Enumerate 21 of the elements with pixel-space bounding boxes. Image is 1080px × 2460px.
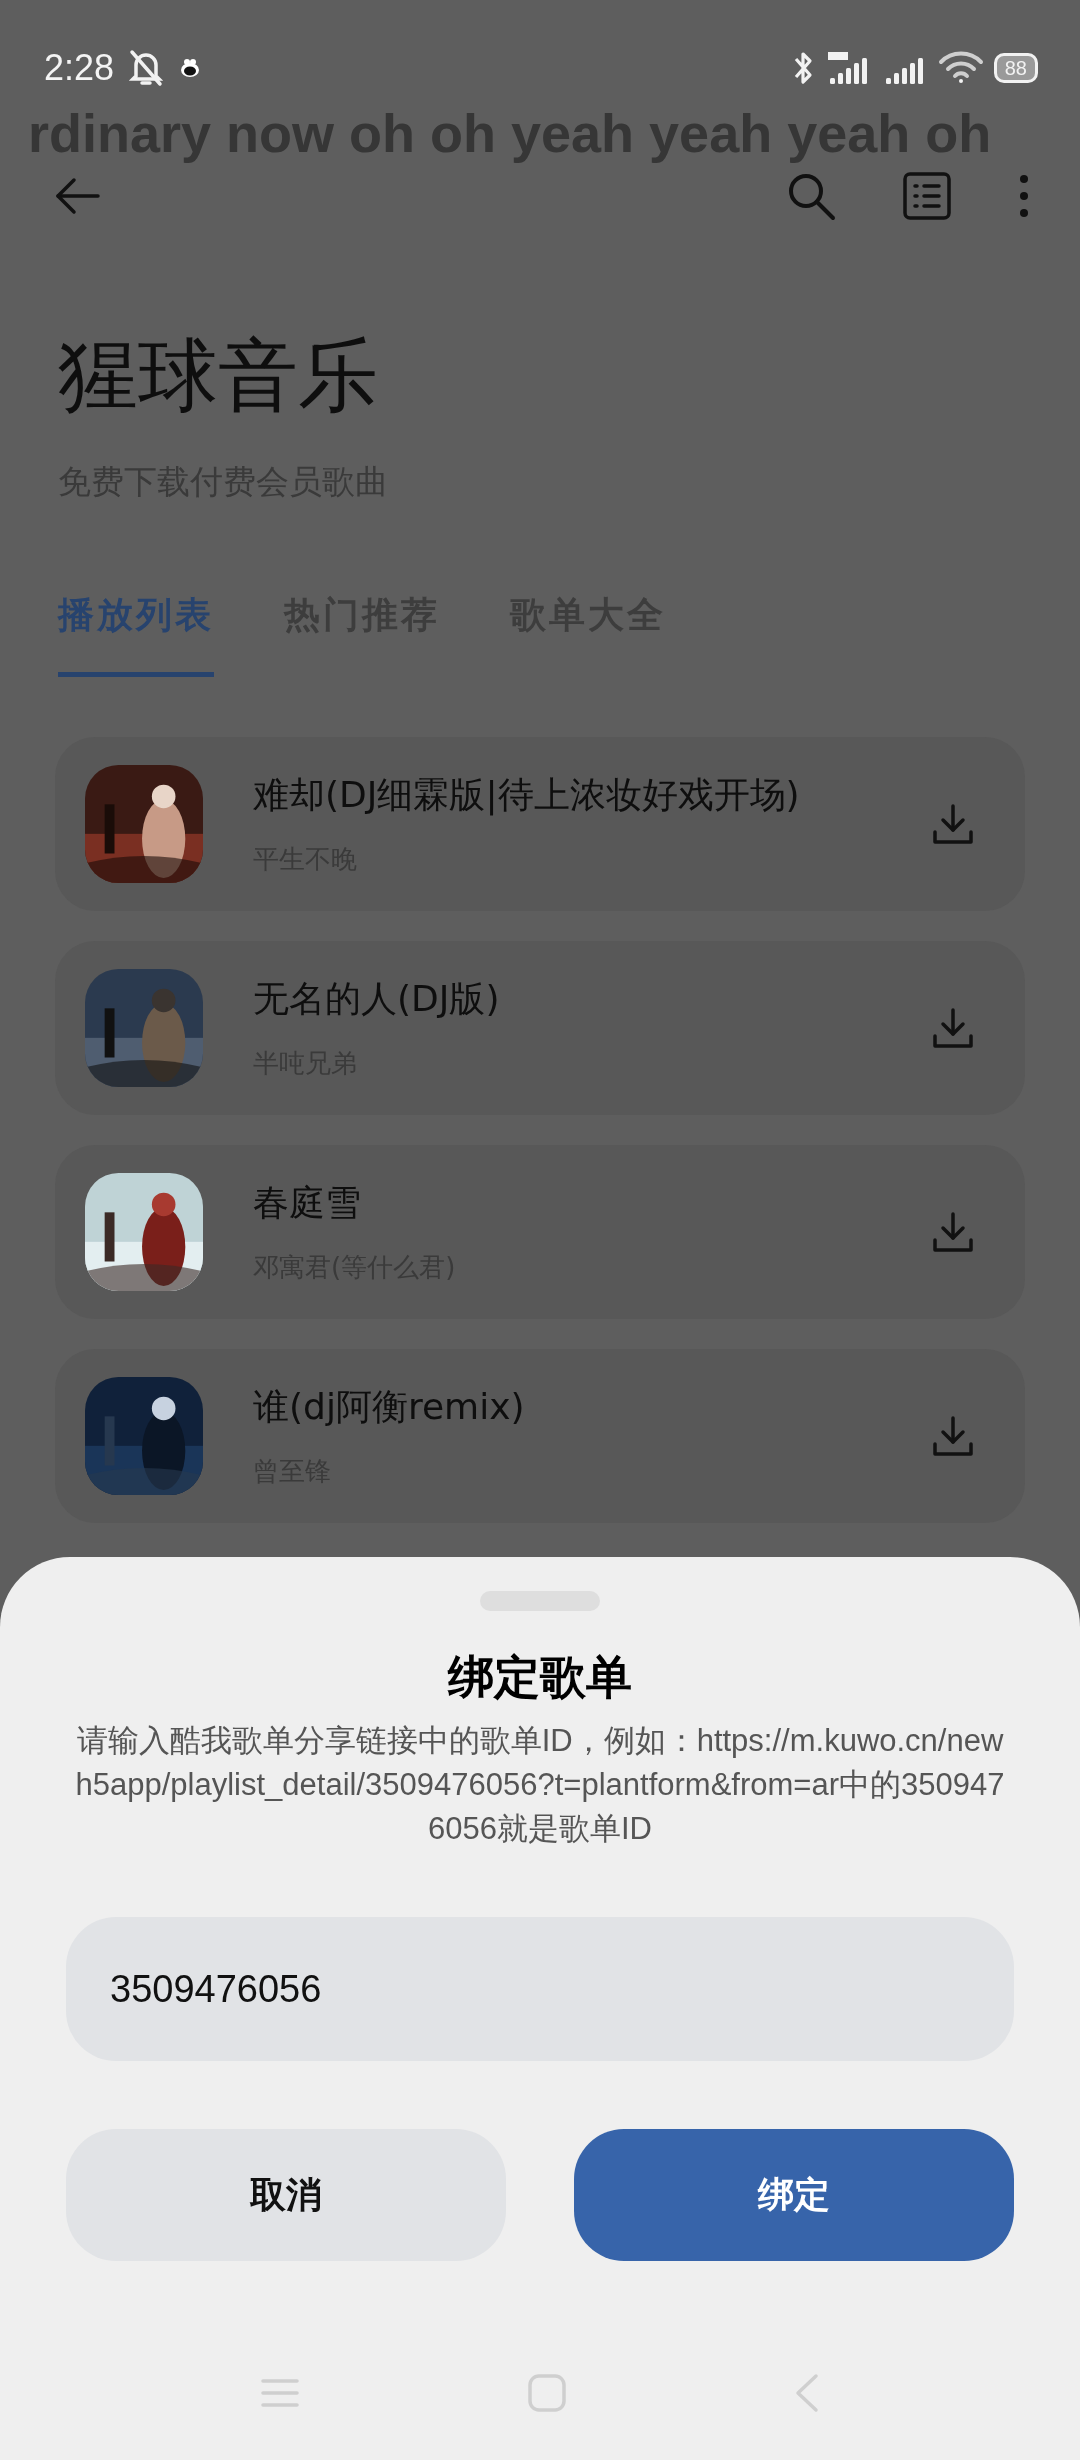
- download-icon[interactable]: [931, 802, 975, 846]
- muted-bell-icon: [128, 48, 165, 88]
- app-title: 猩球音乐: [58, 328, 379, 424]
- more-options-icon[interactable]: [1018, 174, 1030, 218]
- download-icon[interactable]: [931, 1414, 975, 1458]
- song-title: 无名的人(DJ版): [253, 977, 501, 1021]
- dialog-title: 绑定歌单: [448, 1649, 632, 1706]
- song-title: 春庭雪: [253, 1181, 362, 1225]
- song-title: 难却(DJ细霖版|待上浓妆好戏开场): [253, 773, 801, 818]
- search-icon[interactable]: [786, 171, 836, 221]
- clock-time: 2:28: [44, 47, 115, 89]
- list-icon[interactable]: [902, 171, 952, 221]
- confirm-button[interactable]: 绑定: [574, 2129, 1014, 2261]
- playlist-id-field[interactable]: 3509476056: [66, 1917, 1014, 2061]
- download-icon[interactable]: [931, 1006, 975, 1050]
- download-icon[interactable]: [931, 1210, 975, 1254]
- cancel-button[interactable]: 取消: [66, 2129, 506, 2261]
- battery-indicator: 88: [993, 53, 1038, 83]
- wifi-icon: [937, 50, 984, 86]
- dialog-message: 请输入酷我歌单分享链接中的歌单ID，例如：https://m.kuwo.cn/newh5app/playlist_detail/3509476056?t=plantform&from=ar中的3509476056就是歌单ID: [74, 1722, 1006, 1848]
- song-title: 谁(dj阿衡remix): [253, 1385, 526, 1429]
